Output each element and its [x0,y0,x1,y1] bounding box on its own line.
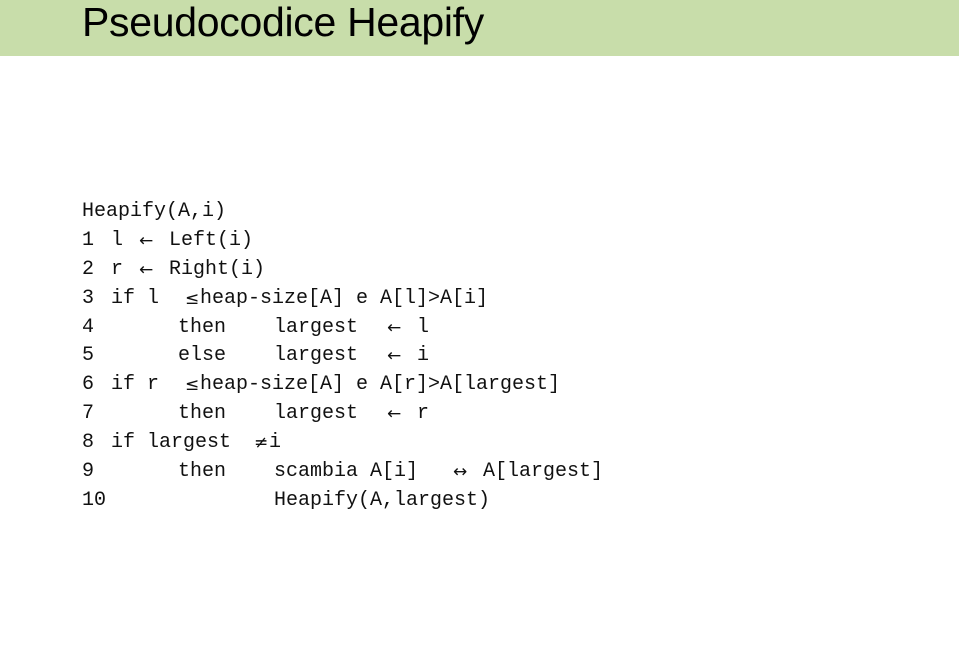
pseudocode-block: Heapify(A,i) 1 l ← Left(i) 2 r ← Right(i… [82,198,603,516]
line-number: 10 [82,488,107,512]
title-bar: Pseudocodice Heapify [0,0,959,56]
code-call: Heapify(A,largest) [274,488,491,512]
signature-text: Heapify(A,i) [82,200,227,223]
code-line-10: 10 Heapify(A,largest) [82,487,490,516]
code-keyword: then [178,315,227,339]
code-line-9: 9 then scambia A[i] ↔ A[largest] [82,458,603,487]
code-keyword: else [178,344,227,368]
code-lhs: r [111,257,124,281]
code-rhs: r [417,402,430,426]
less-equal-icon: ≤ [185,375,200,396]
less-equal-icon: ≤ [185,288,200,309]
code-rhs: l [417,315,430,339]
code-rhs: heap-size[A] e A[l]>A[i] [200,286,489,310]
assign-arrow-icon: ← [139,230,154,251]
code-line-8: 8 if largest ≠ i [82,429,281,458]
code-lhs: largest [274,402,359,426]
line-number: 9 [82,460,95,484]
code-keyword: then [178,460,227,484]
code-line-3: 3 if l ≤ heap-size[A] e A[l]>A[i] [82,285,488,314]
assign-arrow-icon: ← [387,317,402,338]
line-number: 1 [82,228,95,252]
slide-title: Pseudocodice Heapify [82,0,484,45]
line-number: 5 [82,344,95,368]
line-number: 3 [82,286,95,310]
assign-arrow-icon: ← [387,346,402,367]
code-lhs: if largest [111,431,232,455]
code-rhs: A[largest] [483,460,604,484]
code-line-6: 6 if r ≤ heap-size[A] e A[r]>A[largest] [82,371,560,400]
code-lhs: scambia A[i] [274,460,419,484]
code-line-5: 5 else largest ← i [82,342,429,371]
code-signature: Heapify(A,i) [82,198,226,227]
code-keyword: then [178,402,227,426]
code-lhs: l [111,228,124,252]
code-line-2: 2 r ← Right(i) [82,256,265,285]
line-number: 6 [82,373,95,397]
code-lhs: if r [111,373,160,397]
line-number: 8 [82,431,95,455]
code-rhs: i [269,431,282,455]
code-line-1: 1 l ← Left(i) [82,227,253,256]
code-rhs: heap-size[A] e A[r]>A[largest] [200,373,561,397]
code-line-4: 4 then largest ← l [82,314,429,343]
code-line-7: 7 then largest ← r [82,400,429,429]
line-number: 2 [82,257,95,281]
line-number: 7 [82,402,95,426]
assign-arrow-icon: ← [387,404,402,425]
line-number: 4 [82,315,95,339]
code-rhs: i [417,344,430,368]
code-lhs: if l [111,286,160,310]
code-rhs: Right(i) [169,257,266,281]
assign-arrow-icon: ← [139,259,154,280]
code-lhs: largest [274,315,359,339]
code-rhs: Left(i) [169,228,254,252]
code-lhs: largest [274,344,359,368]
not-equal-icon: ≠ [254,433,269,454]
swap-arrow-icon: ↔ [453,462,468,483]
